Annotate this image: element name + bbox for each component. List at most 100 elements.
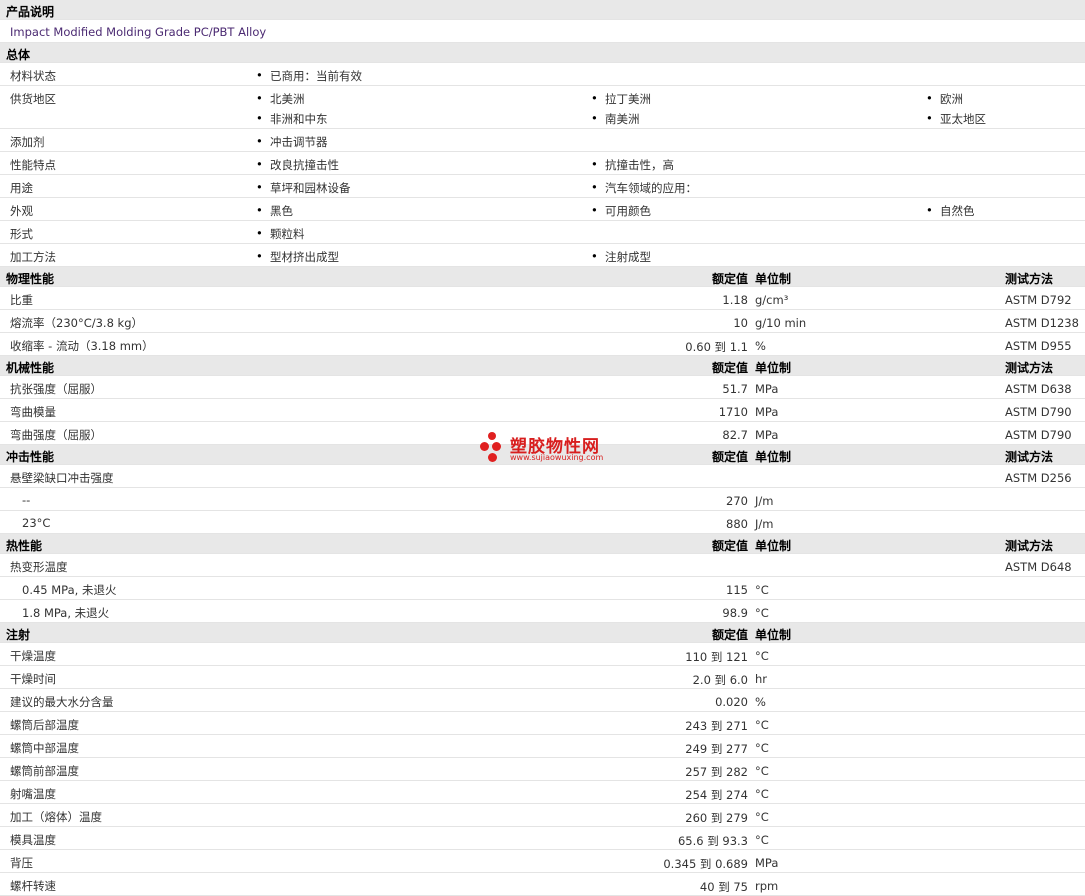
- property-unit: °C: [755, 741, 769, 755]
- property-test-method: ASTM D1238: [1005, 316, 1079, 330]
- unit-header: 单位制: [755, 450, 792, 464]
- general-row: 供货地区 北美洲 拉丁美洲 欧洲非洲和中东 南美洲 亚太地区: [0, 86, 1085, 129]
- general-row: 用途 草坪和园林设备 汽车领域的应用：: [0, 175, 1085, 198]
- property-row: -- 270 J/m: [0, 488, 1085, 511]
- property-label: 熔流率（230°C/3.8 kg）: [10, 316, 144, 330]
- property-unit: °C: [755, 718, 769, 732]
- property-label: 干燥温度: [10, 649, 56, 663]
- property-label: 收缩率 - 流动（3.18 mm）: [10, 339, 154, 353]
- test-method-header: 测试方法: [1005, 272, 1054, 286]
- physical-section-header: 物理性能 额定值 单位制 测试方法: [0, 267, 1085, 287]
- property-label: 弯曲强度（屈服）: [10, 428, 102, 442]
- property-label: 加工（熔体）温度: [10, 810, 102, 824]
- general-item: 注射成型: [591, 249, 651, 265]
- general-item: 欧洲: [926, 91, 963, 107]
- general-item: 冲击调节器: [256, 134, 328, 150]
- general-row-label: 外观: [10, 204, 33, 218]
- property-unit: %: [755, 339, 766, 353]
- property-label: 背压: [10, 856, 33, 870]
- property-row: 模具温度 65.6 到 93.3 °C: [0, 827, 1085, 850]
- property-value: 10: [733, 316, 748, 330]
- property-unit: °C: [755, 810, 769, 824]
- general-row-label: 材料状态: [10, 69, 56, 83]
- general-item: 拉丁美洲: [591, 91, 651, 107]
- property-unit: J/m: [755, 517, 774, 531]
- product-description-row: Impact Modified Molding Grade PC/PBT All…: [0, 20, 1085, 43]
- general-row: 形式 颗粒料: [0, 221, 1085, 244]
- general-item: 已商用：当前有效: [256, 68, 362, 84]
- property-unit: MPa: [755, 856, 779, 870]
- property-row: 弯曲模量 1710 MPa ASTM D790: [0, 399, 1085, 422]
- property-label: 热变形温度: [10, 560, 68, 574]
- property-unit: °C: [755, 787, 769, 801]
- property-unit: rpm: [755, 879, 779, 893]
- property-unit: °C: [755, 649, 769, 663]
- general-row-label: 供货地区: [10, 92, 56, 106]
- thermal-section-header: 热性能 额定值 单位制 测试方法: [0, 534, 1085, 554]
- nominal-value-header: 额定值: [711, 272, 748, 286]
- section-title: 产品说明: [6, 5, 55, 19]
- property-value: 249 到 277: [685, 742, 748, 756]
- test-method-header: 测试方法: [1005, 450, 1054, 464]
- property-test-method: ASTM D648: [1005, 560, 1072, 574]
- watermark-url: www.sujiaowuxing.com: [510, 453, 604, 462]
- property-row: 比重 1.18 g/cm³ ASTM D792: [0, 287, 1085, 310]
- property-test-method: ASTM D955: [1005, 339, 1072, 353]
- property-value: 110 到 121: [685, 650, 748, 664]
- property-row: 加工（熔体）温度 260 到 279 °C: [0, 804, 1085, 827]
- property-row: 1.8 MPa, 未退火 98.9 °C: [0, 600, 1085, 623]
- unit-header: 单位制: [755, 539, 792, 553]
- property-row: 干燥时间 2.0 到 6.0 hr: [0, 666, 1085, 689]
- general-item: 黑色: [256, 203, 293, 219]
- property-row: 螺筒中部温度 249 到 277 °C: [0, 735, 1085, 758]
- nominal-value-header: 额定值: [711, 450, 748, 464]
- property-value: 880: [726, 517, 748, 531]
- property-label: 螺筒中部温度: [10, 741, 79, 755]
- property-test-method: ASTM D790: [1005, 405, 1072, 419]
- property-value: 0.020: [715, 695, 748, 709]
- property-unit: °C: [755, 833, 769, 847]
- injection-section-header: 注射 额定值 单位制: [0, 623, 1085, 643]
- general-item: 可用颜色: [591, 203, 651, 219]
- property-label: 0.45 MPa, 未退火: [22, 583, 117, 597]
- property-unit: °C: [755, 583, 769, 597]
- property-value: 254 到 274: [685, 788, 748, 802]
- property-test-method: ASTM D792: [1005, 293, 1072, 307]
- property-value: 257 到 282: [685, 765, 748, 779]
- unit-header: 单位制: [755, 628, 792, 642]
- property-value: 2.0 到 6.0: [692, 673, 748, 687]
- general-section-header: 总体: [0, 43, 1085, 63]
- property-label: 1.8 MPa, 未退火: [22, 606, 110, 620]
- general-item: 抗撞击性，高: [591, 157, 674, 173]
- property-label: 23°C: [22, 516, 51, 530]
- property-row: 0.45 MPa, 未退火 115 °C: [0, 577, 1085, 600]
- property-test-method: ASTM D638: [1005, 382, 1072, 396]
- general-row-label: 用途: [10, 181, 33, 195]
- property-value: 98.9: [722, 606, 748, 620]
- property-value: 1.18: [722, 293, 748, 307]
- property-label: 射嘴温度: [10, 787, 56, 801]
- test-method-header: 测试方法: [1005, 539, 1054, 553]
- property-label: 螺筒后部温度: [10, 718, 79, 732]
- property-value: 51.7: [722, 382, 748, 396]
- property-unit: MPa: [755, 405, 779, 419]
- property-row: 熔流率（230°C/3.8 kg） 10 g/10 min ASTM D1238: [0, 310, 1085, 333]
- section-title: 物理性能: [6, 272, 55, 286]
- property-value: 270: [726, 494, 748, 508]
- unit-header: 单位制: [755, 272, 792, 286]
- general-row-label: 加工方法: [10, 250, 56, 264]
- property-label: 比重: [10, 293, 33, 307]
- property-unit: hr: [755, 672, 768, 686]
- property-label: 抗张强度（屈服）: [10, 382, 102, 396]
- general-item: 北美洲: [256, 91, 305, 107]
- section-title: 注射: [6, 628, 31, 642]
- general-row: 外观 黑色 可用颜色 自然色: [0, 198, 1085, 221]
- property-row: 螺筒前部温度 257 到 282 °C: [0, 758, 1085, 781]
- nominal-value-header: 额定值: [711, 539, 748, 553]
- general-row: 性能特点 改良抗撞击性 抗撞击性，高: [0, 152, 1085, 175]
- property-label: 螺筒前部温度: [10, 764, 79, 778]
- property-unit: °C: [755, 606, 769, 620]
- general-item: 自然色: [926, 203, 975, 219]
- property-label: 干燥时间: [10, 672, 56, 686]
- property-value: 0.345 到 0.689: [663, 857, 748, 871]
